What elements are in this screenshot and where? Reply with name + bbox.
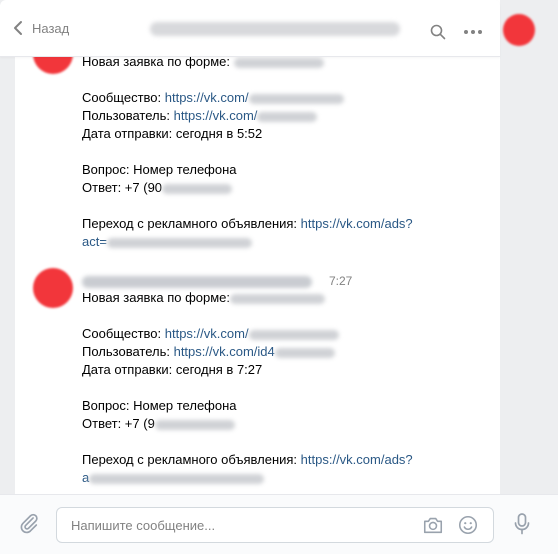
chat-header: Назад bbox=[0, 0, 500, 57]
user-link[interactable]: https://vk.com/id4 bbox=[174, 344, 275, 359]
redacted-text bbox=[106, 237, 252, 248]
redacted-text bbox=[162, 183, 233, 194]
ad-link[interactable]: https://vk.com/ads? bbox=[301, 452, 413, 467]
conversation-title-redacted[interactable] bbox=[150, 22, 400, 36]
message-composer bbox=[0, 494, 558, 554]
ad-link-continuation[interactable]: act= bbox=[82, 234, 107, 249]
camera-icon[interactable] bbox=[422, 514, 444, 536]
answer-text: Ответ: +7 (90 bbox=[82, 180, 163, 195]
message-line-ad-cont: act= bbox=[82, 233, 252, 251]
message-line-answer: Ответ: +7 (9 bbox=[82, 415, 235, 433]
message-time: 7:27 bbox=[329, 274, 353, 288]
redacted-text bbox=[248, 329, 339, 340]
ad-link[interactable]: https://vk.com/ads? bbox=[301, 216, 413, 231]
message-line-form: Новая заявка по форме: bbox=[82, 56, 324, 71]
back-label: Назад bbox=[32, 20, 70, 36]
message-line-ad: Переход с рекламного объявления: https:/… bbox=[82, 215, 413, 233]
message-line-form: Новая заявка по форме: bbox=[82, 289, 326, 307]
ad-label: Переход с рекламного объявления: bbox=[82, 216, 301, 231]
redacted-text bbox=[257, 111, 318, 122]
paperclip-icon[interactable] bbox=[18, 512, 40, 534]
more-icon[interactable] bbox=[463, 24, 483, 40]
community-link[interactable]: https://vk.com/ bbox=[165, 326, 249, 341]
sender-name-redacted[interactable] bbox=[82, 276, 312, 288]
redacted-text bbox=[154, 419, 235, 430]
back-button[interactable]: Назад bbox=[12, 20, 69, 36]
chevron-left-icon bbox=[14, 21, 22, 35]
page-background-left bbox=[0, 0, 15, 553]
message-line-user: Пользователь: https://vk.com/ bbox=[82, 107, 318, 125]
message-feed: Новая заявка по форме: Сообщество: https… bbox=[15, 56, 500, 493]
search-icon[interactable] bbox=[430, 24, 446, 40]
message-line-date: Дата отправки: сегодня в 5:52 bbox=[82, 126, 263, 141]
ad-link-continuation[interactable]: a bbox=[82, 470, 89, 485]
message-input-box[interactable] bbox=[56, 507, 494, 543]
redacted-text bbox=[233, 57, 324, 68]
message-line-user: Пользователь: https://vk.com/id4 bbox=[82, 343, 335, 361]
user-label: Пользователь: bbox=[82, 344, 174, 359]
conversation-avatar[interactable] bbox=[503, 14, 535, 46]
form-label: Новая заявка по форме: bbox=[82, 56, 234, 69]
message-line-ad-cont: a bbox=[82, 469, 265, 487]
community-link[interactable]: https://vk.com/ bbox=[165, 90, 249, 105]
answer-text: Ответ: +7 (9 bbox=[82, 416, 155, 431]
user-link[interactable]: https://vk.com/ bbox=[174, 108, 258, 123]
sender-avatar[interactable] bbox=[33, 268, 73, 308]
message-input[interactable] bbox=[69, 508, 403, 542]
form-label: Новая заявка по форме: bbox=[82, 290, 231, 305]
redacted-text bbox=[230, 293, 326, 304]
sender-avatar[interactable] bbox=[33, 56, 73, 74]
message-line-ad: Переход с рекламного объявления: https:/… bbox=[82, 451, 413, 469]
message-line-answer: Ответ: +7 (90 bbox=[82, 179, 233, 197]
message-line-date: Дата отправки: сегодня в 7:27 bbox=[82, 362, 263, 377]
redacted-text bbox=[248, 93, 344, 104]
emoji-icon[interactable] bbox=[457, 514, 479, 536]
message-line-question: Вопрос: Номер телефона bbox=[82, 162, 237, 177]
page-background-right bbox=[500, 0, 558, 553]
community-label: Сообщество: bbox=[82, 90, 165, 105]
message-line-community: Сообщество: https://vk.com/ bbox=[82, 89, 344, 107]
message-line-question: Вопрос: Номер телефона bbox=[82, 398, 237, 413]
community-label: Сообщество: bbox=[82, 326, 165, 341]
redacted-text bbox=[274, 347, 335, 358]
redacted-text bbox=[89, 473, 265, 484]
user-label: Пользователь: bbox=[82, 108, 174, 123]
message-line-community: Сообщество: https://vk.com/ bbox=[82, 325, 339, 343]
microphone-icon[interactable] bbox=[512, 512, 532, 536]
ad-label: Переход с рекламного объявления: bbox=[82, 452, 301, 467]
